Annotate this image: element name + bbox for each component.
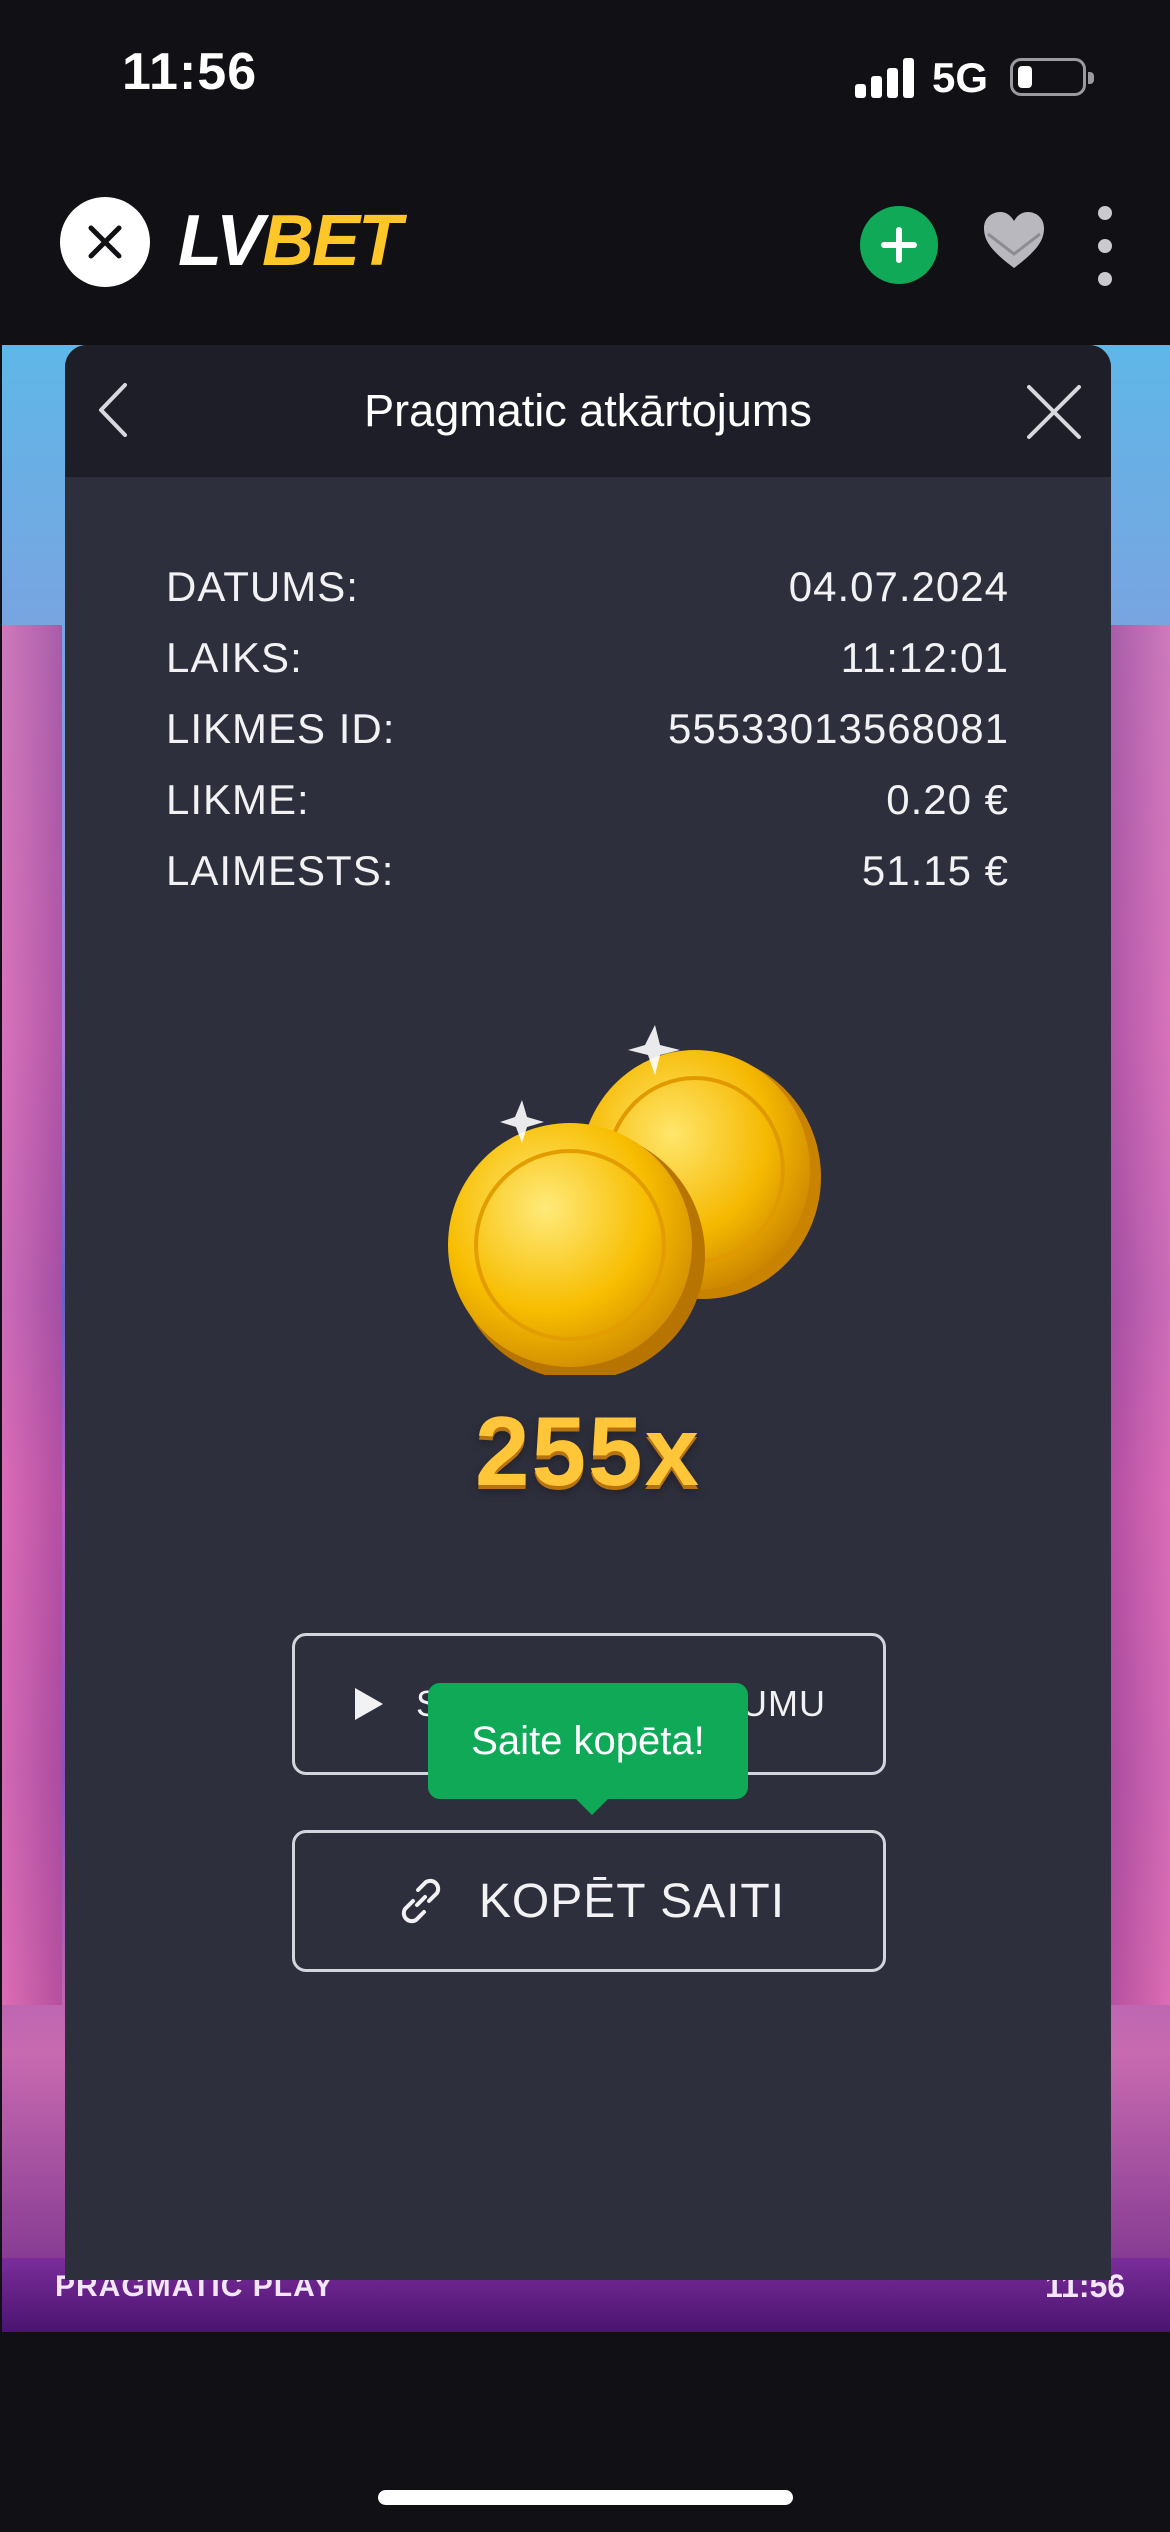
modal-title: Pragmatic atkārtojums bbox=[364, 385, 812, 436]
close-icon bbox=[88, 225, 122, 259]
replay-modal: Pragmatic atkārtojums DATUMS: 04.07.2024… bbox=[65, 345, 1111, 2280]
info-value: 51.15 € bbox=[861, 847, 1009, 894]
status-time: 11:56 bbox=[122, 43, 258, 101]
info-value: 0.20 € bbox=[886, 776, 1009, 823]
copied-tooltip: Saite kopēta! bbox=[428, 1683, 748, 1815]
brand-lv: LV bbox=[178, 201, 264, 281]
status-bar: 11:56 5G bbox=[0, 0, 1170, 150]
close-icon bbox=[1027, 385, 1081, 439]
dot-icon bbox=[1098, 239, 1112, 253]
network-type: 5G bbox=[932, 54, 989, 101]
deposit-button[interactable] bbox=[860, 206, 938, 284]
dot-icon bbox=[1098, 206, 1112, 220]
modal-close-button[interactable] bbox=[1025, 383, 1083, 441]
info-label: LIKMES ID: bbox=[166, 705, 396, 752]
brand-bet: BET bbox=[262, 201, 402, 281]
more-options-button[interactable] bbox=[1090, 206, 1120, 286]
play-icon bbox=[355, 1688, 383, 1720]
info-row: DATUMS: 04.07.2024 bbox=[166, 563, 1009, 634]
info-row: LIKME: 0.20 € bbox=[166, 776, 1009, 847]
tooltip-arrow bbox=[574, 1797, 610, 1815]
info-value: 11:12:01 bbox=[840, 634, 1009, 681]
bet-info-table: DATUMS: 04.07.2024 LAIKS: 11:12:01 LIKME… bbox=[166, 563, 1009, 918]
modal-header: Pragmatic atkārtojums bbox=[65, 345, 1111, 477]
info-row: LIKMES ID: 55533013568081 bbox=[166, 705, 1009, 776]
watch-label-end: UMU bbox=[741, 1683, 826, 1724]
heart-icon bbox=[984, 212, 1044, 268]
info-value: 55533013568081 bbox=[667, 705, 1009, 752]
battery-icon bbox=[1010, 58, 1094, 96]
tooltip-text: Saite kopēta! bbox=[471, 1718, 705, 1763]
info-label: LAIMESTS: bbox=[166, 847, 395, 894]
link-icon bbox=[401, 1878, 441, 1924]
info-value: 04.07.2024 bbox=[788, 563, 1009, 610]
decor-pillar-right bbox=[1110, 625, 1170, 2005]
info-label: DATUMS: bbox=[166, 563, 359, 610]
info-label: LAIKS: bbox=[166, 634, 303, 681]
close-app-button[interactable] bbox=[60, 197, 150, 287]
info-label: LIKME: bbox=[166, 776, 310, 823]
screen: 11:56 5G LVBET PRAGMATIC PLAY 11:56 Prag… bbox=[0, 0, 1170, 2532]
plus-icon bbox=[881, 227, 917, 263]
copy-link-label: KOPĒT SAITI bbox=[478, 1874, 786, 1928]
brand-logo[interactable]: LVBET bbox=[178, 205, 402, 277]
signal-icon bbox=[855, 58, 917, 98]
coins-icon bbox=[448, 1025, 821, 1375]
info-row: LAIKS: 11:12:01 bbox=[166, 634, 1009, 705]
copy-link-button[interactable]: KOPĒT SAITI bbox=[292, 1830, 886, 1972]
home-indicator[interactable] bbox=[378, 2490, 793, 2505]
decor-pillar-left bbox=[2, 625, 62, 2005]
app-header: LVBET bbox=[0, 150, 1170, 345]
favorite-button[interactable] bbox=[980, 208, 1048, 276]
win-multiplier: 255x bbox=[474, 1396, 701, 1506]
dot-icon bbox=[1098, 272, 1112, 286]
info-row: LAIMESTS: 51.15 € bbox=[166, 847, 1009, 918]
